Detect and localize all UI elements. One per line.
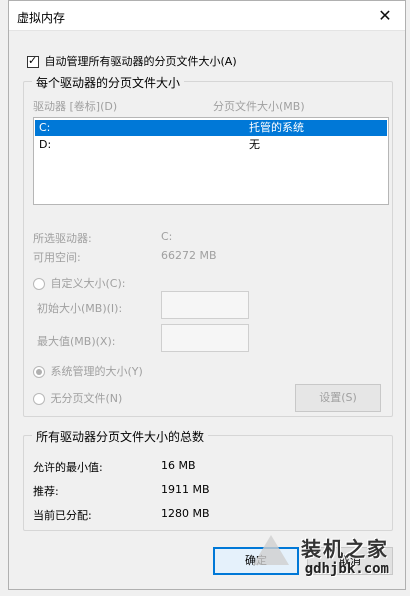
drive-letter: C: <box>39 121 51 134</box>
no-paging-file-radio[interactable] <box>33 393 45 405</box>
no-paging-file-row[interactable]: 无分页文件(N) <box>33 390 122 406</box>
auto-manage-row[interactable]: 自动管理所有驱动器的分页文件大小(A) <box>27 53 237 69</box>
currently-allocated-value: 1280 MB <box>161 507 210 520</box>
initial-size-input[interactable] <box>161 291 249 319</box>
recommended-value: 1911 MB <box>161 483 210 496</box>
set-button[interactable]: 设置(S) <box>295 384 381 412</box>
custom-size-label: 自定义大小(C): <box>50 277 126 290</box>
auto-manage-label: 自动管理所有驱动器的分页文件大小(A) <box>44 55 237 68</box>
currently-allocated-label: 当前已分配: <box>33 509 92 522</box>
drive-listbox[interactable]: C: 托管的系统 D: 无 <box>33 117 389 205</box>
free-space-label: 可用空间: <box>33 251 81 264</box>
min-allowed-value: 16 MB <box>161 459 196 472</box>
cancel-button[interactable]: 取消 <box>307 547 393 575</box>
no-paging-file-label: 无分页文件(N) <box>50 392 123 405</box>
drive-letter: D: <box>39 138 52 151</box>
auto-manage-checkbox[interactable] <box>27 54 39 68</box>
column-header-drive: 驱动器 [卷标](D) <box>33 100 118 113</box>
custom-size-radio[interactable] <box>33 278 45 290</box>
system-managed-radio[interactable] <box>33 366 45 378</box>
drive-paging-size: 托管的系统 <box>249 121 304 134</box>
max-size-input[interactable] <box>161 324 249 352</box>
initial-size-label: 初始大小(MB)(I): <box>37 302 123 315</box>
per-drive-group-title: 每个驱动器的分页文件大小 <box>32 74 185 91</box>
free-space-value: 66272 MB <box>161 249 217 262</box>
list-item[interactable]: C: 托管的系统 <box>35 120 387 136</box>
system-managed-row[interactable]: 系统管理的大小(Y) <box>33 363 143 379</box>
ok-button[interactable]: 确定 <box>213 547 299 575</box>
max-size-label: 最大值(MB)(X): <box>37 335 116 348</box>
title-bar: 虚拟内存 ✕ <box>9 1 405 31</box>
min-allowed-label: 允许的最小值: <box>33 461 103 474</box>
column-header-size: 分页文件大小(MB) <box>213 100 305 113</box>
recommended-label: 推荐: <box>33 485 59 498</box>
drive-paging-size: 无 <box>249 138 260 151</box>
custom-size-row[interactable]: 自定义大小(C): <box>33 275 125 291</box>
virtual-memory-dialog: 虚拟内存 ✕ 自动管理所有驱动器的分页文件大小(A) 每个驱动器的分页文件大小 … <box>8 0 406 590</box>
selected-drive-label: 所选驱动器: <box>33 232 92 245</box>
close-icon[interactable]: ✕ <box>373 4 397 28</box>
totals-group-title: 所有驱动器分页文件大小的总数 <box>32 428 209 445</box>
system-managed-label: 系统管理的大小(Y) <box>50 365 143 378</box>
selected-drive-value: C: <box>161 230 173 243</box>
list-item[interactable]: D: 无 <box>35 137 387 153</box>
window-title: 虚拟内存 <box>17 11 66 25</box>
